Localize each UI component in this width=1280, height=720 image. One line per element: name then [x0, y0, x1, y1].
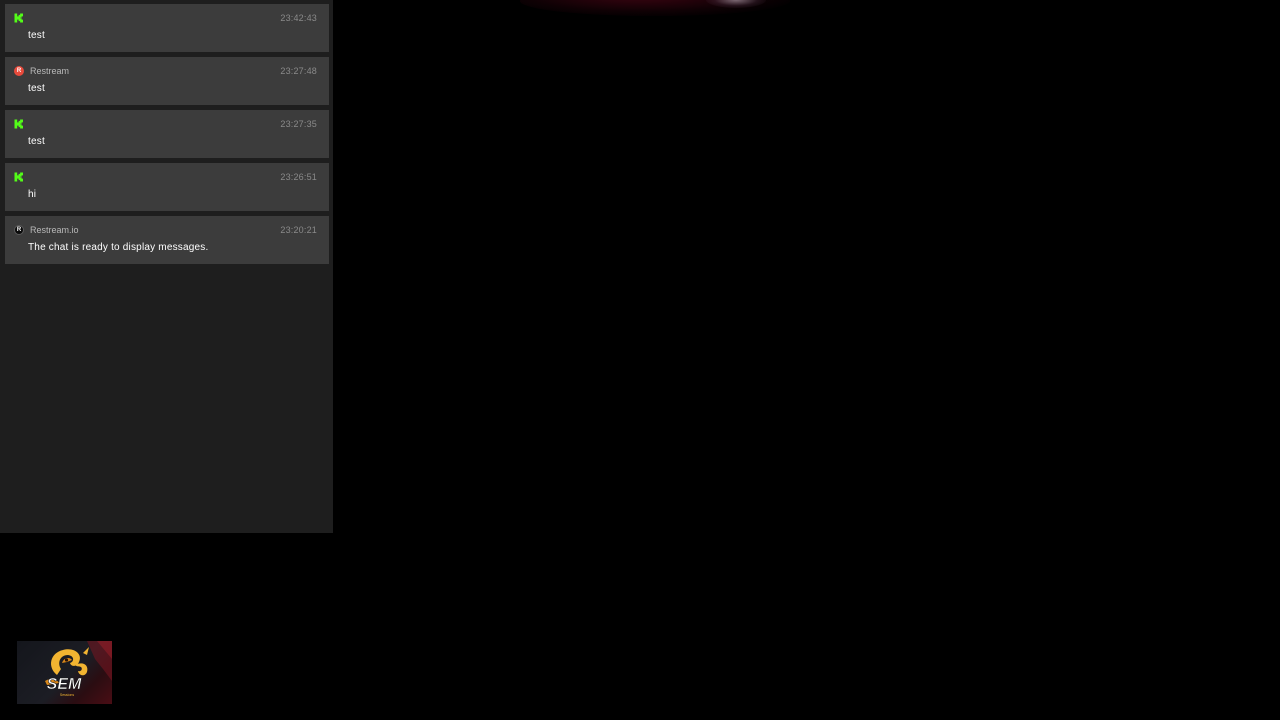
message-timestamp: 23:20:21: [280, 225, 317, 235]
message-author: Restream: [30, 66, 70, 76]
chat-message: 23:42:43 test: [5, 4, 329, 52]
chat-message: 23:26:51 hi: [5, 163, 329, 211]
logo-text: SEM: [47, 676, 82, 693]
chat-message: R Restream 23:27:48 test: [5, 57, 329, 105]
message-timestamp: 23:27:48: [280, 66, 317, 76]
channel-logo: SEM Sessions: [17, 641, 112, 704]
chat-message: R Restream.io 23:20:21 The chat is ready…: [5, 216, 329, 264]
kick-icon: [14, 13, 23, 23]
kick-icon: [14, 172, 23, 182]
kick-icon: [14, 119, 23, 129]
chat-panel: 23:42:43 test R Restream 23:27:48 test 2…: [0, 0, 333, 533]
message-text: test: [28, 136, 45, 147]
message-timestamp: 23:26:51: [280, 172, 317, 182]
message-author: Restream.io: [30, 225, 79, 235]
logo-subtext: Sessions: [60, 693, 74, 697]
message-text: The chat is ready to display messages.: [28, 242, 209, 253]
sem-logo-graphic: SEM Sessions: [45, 641, 112, 697]
message-timestamp: 23:42:43: [280, 13, 317, 23]
message-text: hi: [28, 189, 37, 200]
restream-io-icon: R: [14, 225, 24, 235]
chat-message: 23:27:35 test: [5, 110, 329, 158]
message-text: test: [28, 30, 45, 41]
stream-overlay: 23:42:43 test R Restream 23:27:48 test 2…: [0, 0, 1280, 720]
message-text: test: [28, 83, 45, 94]
restream-icon: R: [14, 66, 24, 76]
message-timestamp: 23:27:35: [280, 119, 317, 129]
